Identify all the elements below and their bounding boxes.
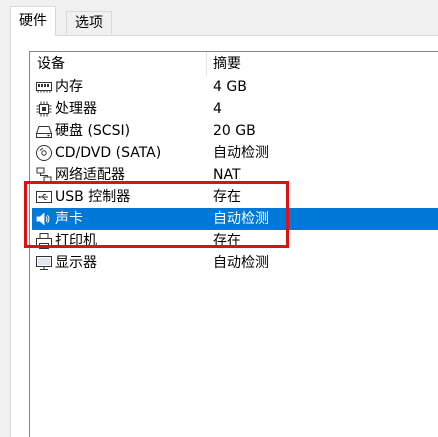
device-row-network-adapter[interactable]: 网络适配器 NAT xyxy=(32,164,438,186)
device-name: 声卡 xyxy=(55,211,83,227)
sound-card-icon xyxy=(35,210,53,228)
device-list[interactable]: 设备 摘要 内存 4 GB 处理器 4 硬盘 (SCSI) 20 GB CD/D… xyxy=(29,51,438,437)
network-adapter-icon xyxy=(35,166,53,184)
processor-icon xyxy=(35,100,53,118)
list-header: 设备 摘要 xyxy=(30,52,438,76)
printer-icon xyxy=(35,232,53,250)
device-name: 显示器 xyxy=(55,255,97,271)
device-summary: 20 GB xyxy=(213,123,256,139)
cd-dvd-icon xyxy=(35,144,53,162)
column-header-device[interactable]: 设备 xyxy=(37,52,65,76)
device-row-display[interactable]: 显示器 自动检测 xyxy=(32,252,438,274)
device-summary: 自动检测 xyxy=(213,211,269,227)
device-name: 内存 xyxy=(55,79,83,95)
device-name: 处理器 xyxy=(55,101,97,117)
hard-disk-icon xyxy=(35,122,53,140)
device-summary: 自动检测 xyxy=(213,255,269,271)
tab-hardware[interactable]: 硬件 xyxy=(10,6,56,36)
device-summary: 存在 xyxy=(213,233,241,249)
device-name: 网络适配器 xyxy=(55,167,125,183)
column-separator[interactable] xyxy=(206,52,207,76)
device-row-sound-card[interactable]: 声卡 自动检测 xyxy=(32,208,438,230)
display-icon xyxy=(35,254,53,272)
device-row-printer[interactable]: 打印机 存在 xyxy=(32,230,438,252)
vm-settings-window: 硬件 选项 设备 摘要 内存 4 GB 处理器 4 硬盘 (SCSI) 20 G… xyxy=(0,0,438,437)
device-name: USB 控制器 xyxy=(55,189,131,205)
device-row-usb-controller[interactable]: USB 控制器 存在 xyxy=(32,186,438,208)
device-name: 打印机 xyxy=(55,233,97,249)
device-row-cd-dvd[interactable]: CD/DVD (SATA) 自动检测 xyxy=(32,142,438,164)
device-summary: NAT xyxy=(213,167,241,183)
device-summary: 存在 xyxy=(213,189,241,205)
tab-options[interactable]: 选项 xyxy=(66,11,112,34)
device-row-processor[interactable]: 处理器 4 xyxy=(32,98,438,120)
device-summary: 4 xyxy=(213,101,222,117)
device-row-hard-disk[interactable]: 硬盘 (SCSI) 20 GB xyxy=(32,120,438,142)
device-summary: 自动检测 xyxy=(213,145,269,161)
memory-icon xyxy=(35,78,53,96)
device-row-memory[interactable]: 内存 4 GB xyxy=(32,76,438,98)
device-summary: 4 GB xyxy=(213,79,247,95)
device-name: CD/DVD (SATA) xyxy=(55,145,162,161)
device-name: 硬盘 (SCSI) xyxy=(55,123,131,139)
usb-icon xyxy=(35,188,53,206)
column-header-summary[interactable]: 摘要 xyxy=(213,52,241,76)
